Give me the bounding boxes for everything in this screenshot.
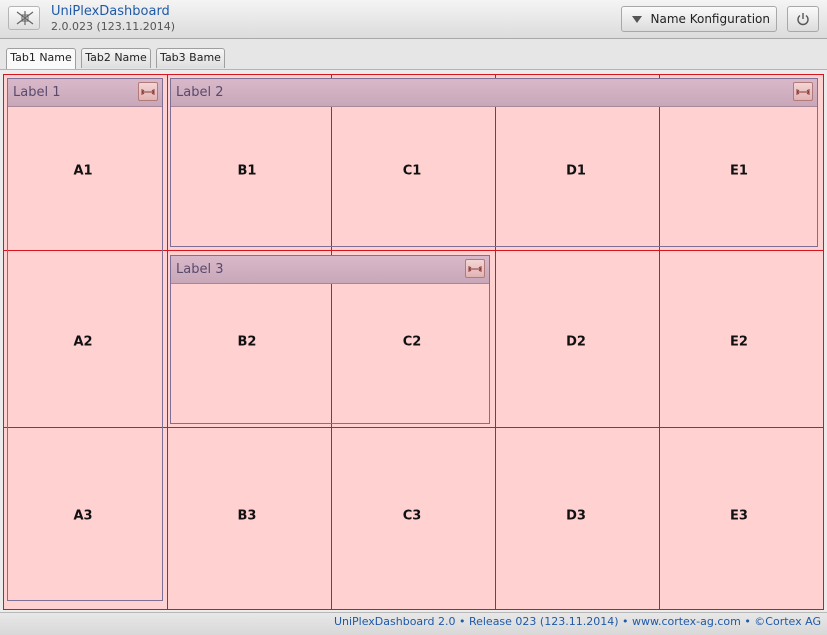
tab-1[interactable]: Tab1 Name xyxy=(6,48,76,69)
power-icon xyxy=(797,13,809,26)
panel-label-2: Label 2 xyxy=(170,78,818,247)
resize-horizontal-icon xyxy=(796,89,810,95)
panel-label-3: Label 3 xyxy=(170,255,490,424)
grid-cell-c1: C1 xyxy=(402,163,422,179)
grid-cell-e2: E2 xyxy=(730,334,748,350)
panel-header: Label 3 xyxy=(171,256,489,284)
grid-cell-e1: E1 xyxy=(730,163,748,179)
grid-cell-c3: C3 xyxy=(402,508,422,524)
panel-resize-button[interactable] xyxy=(793,82,813,101)
grid-cell-d1: D1 xyxy=(566,163,586,179)
tab-2[interactable]: Tab2 Name xyxy=(81,48,151,68)
tab-bar: Tab1 Name Tab2 Name Tab3 Bame xyxy=(0,39,827,70)
dashboard-grid: Label 1 Label 2 Label 3 A1 B1 C1 D1 E1 A… xyxy=(3,74,824,610)
app-version: 2.0.023 (123.11.2014) xyxy=(51,20,176,33)
grid-cell-b2: B2 xyxy=(237,334,257,350)
grid-column-divider xyxy=(167,75,168,609)
app-logo-icon xyxy=(16,11,34,25)
status-footer: UniPlexDashboard 2.0 • Release 023 (123.… xyxy=(0,612,827,635)
panel-header: Label 1 xyxy=(8,79,162,107)
grid-cell-c2: C2 xyxy=(402,334,422,350)
panel-header: Label 2 xyxy=(171,79,817,107)
power-button[interactable] xyxy=(787,6,819,32)
grid-cell-e3: E3 xyxy=(730,508,748,524)
grid-cell-b1: B1 xyxy=(237,163,257,179)
panel-resize-button[interactable] xyxy=(138,82,158,101)
grid-cell-a1: A1 xyxy=(73,163,93,179)
panel-title: Label 3 xyxy=(176,262,224,277)
configuration-dropdown[interactable]: Name Konfiguration xyxy=(621,6,777,32)
configuration-label: Name Konfiguration xyxy=(650,12,771,26)
panel-title: Label 1 xyxy=(13,85,61,100)
resize-horizontal-icon xyxy=(468,266,482,272)
panel-title: Label 2 xyxy=(176,85,224,100)
grid-cell-d3: D3 xyxy=(566,508,586,524)
grid-cell-a2: A2 xyxy=(73,334,93,350)
tab-3[interactable]: Tab3 Bame xyxy=(156,48,225,68)
grid-cell-d2: D2 xyxy=(566,334,586,350)
grid-cell-a3: A3 xyxy=(73,508,93,524)
footer-text[interactable]: UniPlexDashboard 2.0 • Release 023 (123.… xyxy=(334,615,821,628)
app-header: UniPlexDashboard 2.0.023 (123.11.2014) N… xyxy=(0,0,827,39)
panel-resize-button[interactable] xyxy=(465,259,485,278)
grid-cell-b3: B3 xyxy=(237,508,257,524)
app-logo-button[interactable] xyxy=(8,6,40,30)
app-title: UniPlexDashboard xyxy=(51,4,170,19)
dropdown-arrow-icon xyxy=(632,16,642,23)
resize-horizontal-icon xyxy=(141,89,155,95)
